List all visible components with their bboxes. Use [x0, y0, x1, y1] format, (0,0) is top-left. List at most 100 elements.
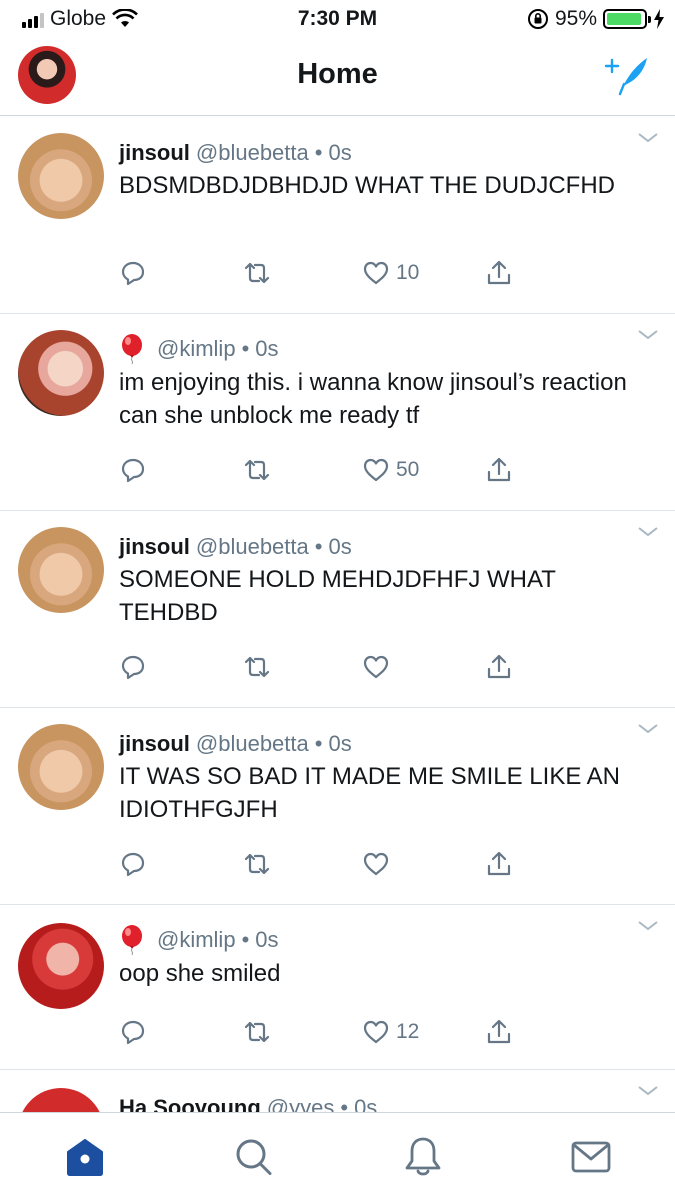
messages-icon: [571, 1141, 611, 1173]
retweet-button[interactable]: [243, 653, 271, 681]
compose-tweet-icon[interactable]: [603, 54, 651, 98]
tweet-actions: 10: [119, 259, 675, 289]
tweet-header: jinsoul @bluebetta • 0s: [119, 533, 655, 561]
retweet-button[interactable]: [243, 456, 271, 484]
share-button[interactable]: [485, 653, 513, 681]
tweet-avatar[interactable]: [18, 1088, 104, 1112]
reply-button[interactable]: [119, 456, 147, 484]
tweet[interactable]: jinsoul @bluebetta • 0s IT WAS SO BAD IT…: [0, 708, 675, 905]
tweet-actions: [119, 850, 675, 880]
reply-button[interactable]: [119, 1018, 147, 1046]
author-name[interactable]: jinsoul: [119, 139, 190, 167]
tweet[interactable]: @kimlip • 0s im enjoying this. i wanna k…: [0, 314, 675, 511]
retweet-icon: [244, 853, 270, 875]
separator: •: [241, 336, 250, 361]
tweet-header: jinsoul @bluebetta • 0s: [119, 139, 655, 167]
reply-button[interactable]: [119, 653, 147, 681]
tab-messages[interactable]: [569, 1135, 613, 1179]
tweet-avatar[interactable]: [18, 527, 104, 613]
like-count: 12: [396, 1020, 420, 1043]
home-icon: [67, 1139, 103, 1176]
like-count: 50: [396, 458, 420, 481]
share-icon: [487, 851, 511, 876]
tweet-time: 0s: [255, 927, 279, 952]
retweet-icon: [244, 459, 270, 481]
status-right: 95%: [527, 7, 665, 31]
retweet-icon: [244, 656, 270, 678]
tweet[interactable]: jinsoul @bluebetta • 0s BDSMDBDJDBHDJD W…: [0, 117, 675, 314]
retweet-icon: [244, 1021, 270, 1043]
heart-icon: [363, 852, 389, 876]
reply-icon: [121, 655, 145, 680]
author-name[interactable]: jinsoul: [119, 533, 190, 561]
tweet-time: 0s: [255, 336, 279, 361]
tweet-text: BDSMDBDJDBHDJD WHAT THE DUDJCFHD: [119, 172, 616, 199]
share-icon: [487, 1019, 511, 1044]
like-button[interactable]: 50: [362, 456, 419, 484]
tweet[interactable]: jinsoul @bluebetta • 0s SOMEONE HOLD MEH…: [0, 511, 675, 708]
tweet-time: 0s: [328, 534, 352, 559]
like-button[interactable]: [362, 850, 396, 878]
battery-icon: [603, 9, 651, 29]
heart-icon: [363, 458, 389, 482]
separator: •: [314, 140, 323, 165]
share-button[interactable]: [485, 1018, 513, 1046]
separator: •: [314, 534, 323, 559]
retweet-icon: [244, 262, 270, 284]
retweet-button[interactable]: [243, 1018, 271, 1046]
retweet-button[interactable]: [243, 850, 271, 878]
balloon-icon: [122, 334, 142, 364]
like-button[interactable]: 10: [362, 259, 419, 287]
tweet-header: jinsoul @bluebetta • 0s: [119, 730, 655, 758]
separator: •: [241, 927, 250, 952]
author-handle: @bluebetta: [195, 534, 309, 559]
author-handle: @kimlip: [157, 927, 236, 952]
share-icon: [487, 654, 511, 679]
share-button[interactable]: [485, 456, 513, 484]
tweet-avatar[interactable]: [18, 923, 104, 1009]
reply-icon: [121, 852, 145, 877]
author-name[interactable]: jinsoul: [119, 730, 190, 758]
heart-icon: [363, 261, 389, 285]
tweet-time: 0s: [328, 731, 352, 756]
separator: •: [314, 731, 323, 756]
author-handle: @bluebetta: [195, 731, 309, 756]
tweet-time: 0s: [328, 140, 352, 165]
tab-search[interactable]: [231, 1135, 275, 1179]
tweet-time: 0s: [354, 1095, 378, 1112]
tweet-text: IT WAS SO BAD IT MADE ME SMILE LIKE AN I…: [119, 763, 621, 823]
reply-icon: [121, 1020, 145, 1045]
bottom-tab-bar: [0, 1112, 675, 1200]
author-name[interactable]: Ha Sooyoung: [119, 1094, 261, 1112]
reply-icon: [121, 458, 145, 483]
reply-icon: [121, 261, 145, 286]
like-button[interactable]: 12: [362, 1018, 419, 1046]
like-count: 10: [396, 261, 420, 284]
tweet[interactable]: @kimlip • 0s oop she smiled 12: [0, 905, 675, 1070]
charging-icon: [654, 9, 664, 29]
tweet-text: SOMEONE HOLD MEHDJDFHFJ WHAT TEHDBD: [119, 566, 556, 626]
orientation-lock-icon: [527, 9, 548, 29]
tweet-avatar[interactable]: [18, 330, 104, 416]
reply-button[interactable]: [119, 259, 147, 287]
like-button[interactable]: [362, 653, 396, 681]
share-button[interactable]: [485, 850, 513, 878]
tab-notifications[interactable]: [401, 1135, 445, 1179]
tweet-actions: 12: [119, 1018, 675, 1048]
retweet-button[interactable]: [243, 259, 271, 287]
tweet-avatar[interactable]: [18, 133, 104, 219]
share-button[interactable]: [485, 259, 513, 287]
balloon-icon: [122, 925, 142, 955]
search-icon: [236, 1139, 272, 1175]
tab-home[interactable]: [63, 1135, 107, 1179]
tweet[interactable]: Ha Sooyoung @yyes • 0s: [0, 1070, 675, 1112]
tweet-header: @kimlip • 0s: [119, 334, 655, 364]
author-handle: @bluebetta: [195, 140, 309, 165]
tweet-header: @kimlip • 0s: [119, 925, 655, 955]
timeline-feed[interactable]: jinsoul @bluebetta • 0s BDSMDBDJDBHDJD W…: [0, 117, 675, 1112]
reply-button[interactable]: [119, 850, 147, 878]
heart-icon: [363, 1020, 389, 1044]
tweet-avatar[interactable]: [18, 724, 104, 810]
tweet-text: im enjoying this. i wanna know jinsoul’s…: [119, 369, 627, 429]
page-title: Home: [297, 58, 378, 90]
